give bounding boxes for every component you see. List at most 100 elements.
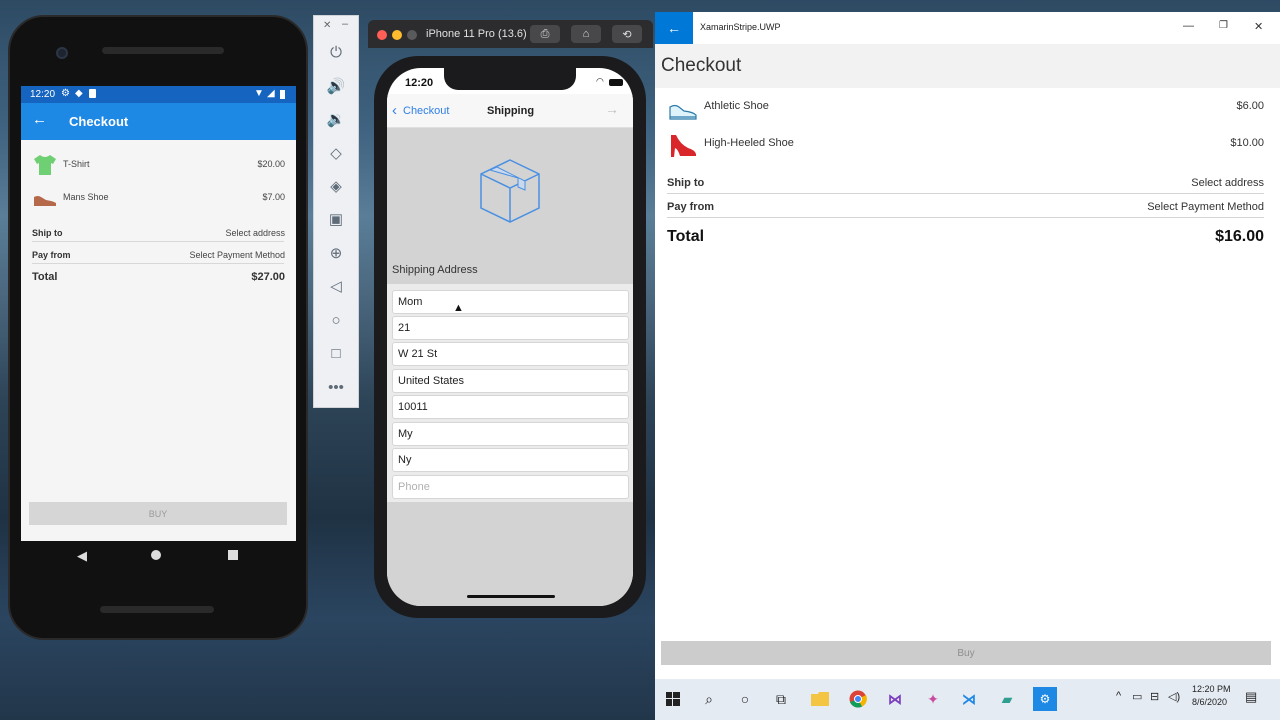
next-arrow-icon[interactable]: → <box>605 101 619 117</box>
uwp-item-price: $10.00 <box>1230 137 1264 149</box>
chevron-left-icon[interactable]: ‹ <box>392 102 397 119</box>
sd-card-icon <box>89 89 96 98</box>
volume-down-icon[interactable]: 🔉 <box>324 107 348 131</box>
close-icon[interactable]: ✕ <box>323 20 331 31</box>
home-icon[interactable]: ○ <box>324 308 348 332</box>
minimize-icon[interactable]: – <box>342 18 348 30</box>
athletic-shoe-icon <box>668 101 698 121</box>
rotate-left-icon[interactable]: ◇ <box>324 141 348 165</box>
ios-header-area: Shipping Address <box>387 128 633 284</box>
nav-recents-icon[interactable] <box>228 550 238 560</box>
page-title: Checkout <box>655 44 1280 88</box>
rotate-right-icon[interactable]: ◈ <box>324 174 348 198</box>
divider <box>667 193 1264 194</box>
android-status-time: 12:20 <box>30 89 56 100</box>
zoom-window-icon[interactable] <box>407 30 417 40</box>
back-arrow-icon[interactable]: ← <box>32 111 47 128</box>
divider <box>32 263 284 264</box>
restore-icon[interactable]: ❐ <box>1219 20 1228 31</box>
total-label: Total <box>32 271 58 283</box>
android-item-name: T-Shirt <box>63 159 90 169</box>
home-icon[interactable]: ⌂ <box>571 25 601 43</box>
more-icon[interactable]: ••• <box>324 375 348 399</box>
section-header: Shipping Address <box>392 264 478 276</box>
search-icon[interactable]: ⌕ <box>697 687 721 711</box>
app-center-icon[interactable]: ✦ <box>921 687 945 711</box>
shield-icon: ◆ <box>75 88 83 99</box>
notch <box>444 68 576 90</box>
buy-button[interactable]: Buy <box>661 641 1271 665</box>
iphone-frame: 12:20 ◠ ‹ Checkout Shipping → Shipping A… <box>374 56 646 618</box>
ship-to-select[interactable]: Select address <box>225 228 285 238</box>
uwp-titlebar: ← XamarinStripe.UWP — ❐ ✕ <box>655 12 1280 44</box>
network-icon[interactable]: ⊟ <box>1150 690 1159 703</box>
rotate-icon[interactable]: ⟲ <box>612 25 642 43</box>
taskbar-time[interactable]: 12:20 PM <box>1192 684 1231 694</box>
emulator-toolbar: ✕ – ⏻ 🔊 🔉 ◇ ◈ ▣ ⊕ ◁ ○ □ ••• <box>313 15 359 408</box>
zoom-icon[interactable]: ⊕ <box>324 241 348 265</box>
divider <box>32 241 284 242</box>
notification-icon[interactable]: ▤ <box>1245 689 1257 705</box>
terminal-icon[interactable]: ▰ <box>995 687 1019 711</box>
pay-from-select[interactable]: Select Payment Method <box>189 250 285 260</box>
address-number-field[interactable]: 21 <box>392 316 629 340</box>
chrome-icon[interactable] <box>846 687 870 711</box>
ship-to-label: Ship to <box>667 177 705 189</box>
settings-icon: ⚙ <box>61 88 70 99</box>
tshirt-icon <box>33 154 57 175</box>
total-value: $27.00 <box>251 271 285 283</box>
nav-title: Shipping <box>487 105 535 117</box>
total-value: $16.00 <box>1215 228 1264 245</box>
file-explorer-icon[interactable] <box>808 687 832 711</box>
battery-icon[interactable]: ▭ <box>1132 690 1142 703</box>
ios-bottom-area <box>387 502 633 606</box>
pay-from-label: Pay from <box>32 250 71 260</box>
front-camera <box>56 47 68 59</box>
power-icon[interactable]: ⏻ <box>324 40 348 64</box>
phone-field[interactable]: Phone <box>392 475 629 499</box>
nav-home-icon[interactable] <box>151 550 161 560</box>
uwp-app-icon[interactable]: ⚙ <box>1033 687 1057 711</box>
close-window-icon[interactable] <box>377 30 387 40</box>
buy-button[interactable]: BUY <box>29 502 287 525</box>
bottom-speaker <box>100 606 214 613</box>
postal-code-field[interactable]: 10011 <box>392 395 629 419</box>
task-view-icon[interactable]: ⧉ <box>769 687 793 711</box>
nav-back-icon[interactable]: ◀ <box>77 548 87 564</box>
volume-icon[interactable]: ◁) <box>1168 690 1180 703</box>
simulator-title: iPhone 11 Pro (13.6) <box>426 28 527 40</box>
back-button[interactable]: Checkout <box>403 105 449 117</box>
android-status-bar: 12:20 ⚙ ◆ ▼ ◢ <box>21 86 296 103</box>
country-field[interactable]: United States <box>392 369 629 393</box>
back-icon[interactable]: ◁ <box>324 274 348 298</box>
chevron-up-icon[interactable]: ^ <box>1116 690 1121 702</box>
android-item-name: Mans Shoe <box>63 192 109 202</box>
window-title: XamarinStripe.UWP <box>700 22 781 32</box>
minimize-window-icon[interactable] <box>392 30 402 40</box>
cortana-icon[interactable]: ○ <box>733 687 757 711</box>
minimize-icon[interactable]: — <box>1183 20 1194 32</box>
high-heeled-shoe-icon <box>668 132 698 158</box>
state-field[interactable]: Ny <box>392 448 629 472</box>
total-label: Total <box>667 228 705 245</box>
screenshot-icon[interactable]: ⎙ <box>530 25 560 43</box>
divider <box>667 217 1264 218</box>
home-indicator[interactable] <box>467 595 555 598</box>
back-arrow-icon[interactable]: ← <box>655 12 693 44</box>
ship-to-select[interactable]: Select address <box>1191 177 1264 189</box>
android-page-title: Checkout <box>69 114 129 129</box>
city-field[interactable]: My <box>392 422 629 446</box>
taskbar-date[interactable]: 8/6/2020 <box>1192 697 1227 707</box>
volume-up-icon[interactable]: 🔊 <box>324 74 348 98</box>
visual-studio-icon[interactable]: ⋈ <box>883 687 907 711</box>
name-field[interactable]: Mom <box>392 290 629 314</box>
pay-from-select[interactable]: Select Payment Method <box>1147 201 1264 213</box>
overview-icon[interactable]: □ <box>324 341 348 365</box>
uwp-item-price: $6.00 <box>1236 100 1264 112</box>
camera-icon[interactable]: ▣ <box>324 207 348 231</box>
close-icon[interactable]: ✕ <box>1254 20 1263 33</box>
vscode-icon[interactable]: ⋊ <box>957 687 981 711</box>
windows-taskbar: ⌕ ○ ⧉ ⋈ ✦ ⋊ ▰ ⚙ ^ ▭ ⊟ ◁) 12:20 PM 8/6/20… <box>655 679 1280 720</box>
start-icon[interactable] <box>661 687 685 711</box>
street-field[interactable]: W 21 St <box>392 342 629 366</box>
